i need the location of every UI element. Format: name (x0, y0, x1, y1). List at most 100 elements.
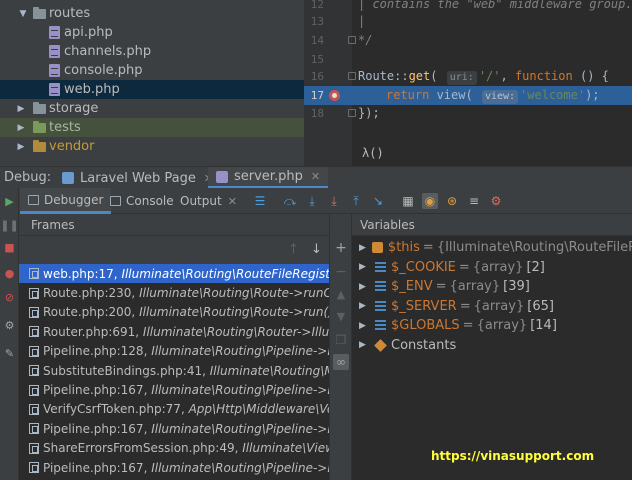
view-breakpoints-icon[interactable]: ● (2, 266, 17, 281)
chevron-right-icon[interactable]: ▶ (359, 301, 369, 311)
variable-equals: = (458, 259, 470, 275)
toggle-list-icon[interactable]: ≡ (466, 193, 482, 209)
execution-point-line[interactable]: 17 return view( view:'welcome'); (304, 86, 632, 105)
step-out-icon[interactable]: ⤒ (348, 193, 364, 209)
tree-item-console-php[interactable]: console.php (0, 61, 304, 80)
frame-row[interactable]: VerifyCsrfToken.php:77, App\Http\Middlew… (19, 400, 329, 419)
tree-item-api-php[interactable]: api.php (0, 23, 304, 42)
tab-output[interactable]: Output ✕ (176, 188, 241, 214)
remove-watch-icon[interactable]: − (333, 264, 349, 280)
breadcrumb[interactable]: λ() (362, 146, 384, 160)
line-number: 17 (310, 89, 324, 102)
project-tree: ▼ routes api.php channels.php console.ph… (0, 0, 304, 166)
chevron-right-icon[interactable]: ▶ (359, 262, 369, 272)
constants-icon (374, 338, 387, 352)
arrow-down-icon[interactable]: ↓ (311, 242, 322, 257)
variable-row[interactable]: ▶ $_COOKIE = {array} [2] (352, 258, 632, 278)
tree-item-channels-php[interactable]: channels.php (0, 42, 304, 61)
php-file-icon (216, 170, 228, 183)
move-up-icon[interactable]: ▲ (333, 286, 349, 302)
stop-icon[interactable]: ■ (2, 240, 17, 255)
frame-row[interactable]: Pipeline.php:128, Illuminate\Routing\Pip… (19, 342, 329, 361)
tree-item-routes[interactable]: ▼ routes (0, 4, 304, 23)
gear-icon[interactable]: ⚙ (2, 318, 17, 333)
pin-icon[interactable]: ✎ (2, 346, 17, 361)
frame-row[interactable]: ShareErrorsFromSession.php:49, Illuminat… (19, 439, 329, 458)
code-text: return view( view:'welcome'); (386, 88, 600, 104)
frame-row[interactable]: Pipeline.php:167, Illuminate\Routing\Pip… (19, 458, 329, 477)
variable-equals: = (435, 279, 447, 295)
chevron-down-icon[interactable]: ▼ (18, 9, 28, 19)
session-tab-label: server.php (234, 169, 303, 184)
tree-item-web-php[interactable]: web.php (0, 80, 304, 99)
tree-item-vendor[interactable]: ▶ vendor (0, 137, 304, 156)
menu-icon[interactable]: ☰ (252, 193, 268, 209)
mute-breakpoints-icon[interactable]: ⊘ (2, 290, 17, 305)
show-watches-icon[interactable]: ∞ (333, 354, 349, 370)
fold-icon[interactable] (348, 109, 356, 117)
frame-row[interactable]: Pipeline.php:167, Illuminate\Routing\Pip… (19, 419, 329, 438)
chevron-right-icon[interactable]: ▶ (359, 340, 369, 350)
chevron-right-icon[interactable]: ▶ (359, 321, 369, 331)
chevron-right-icon[interactable]: ▶ (16, 142, 26, 152)
add-watch-icon[interactable]: + (333, 240, 349, 256)
chevron-right-icon[interactable]: ▶ (16, 104, 26, 114)
frame-text: Router.php:691, Illuminate\Routing\Route… (43, 324, 329, 339)
chevron-right-icon[interactable]: ▶ (359, 282, 369, 292)
variable-name: $_SERVER (391, 298, 457, 314)
tab-console[interactable]: Console (104, 188, 180, 214)
variable-equals: = (422, 240, 434, 256)
settings-icon[interactable]: ⚙ (488, 193, 504, 209)
variable-value: [39] (503, 279, 530, 295)
code-line[interactable]: 16 Route::get( uri: '/', function () { (304, 67, 632, 86)
array-icon (375, 300, 386, 312)
chevron-right-icon[interactable]: ▶ (16, 123, 26, 133)
frame-row[interactable]: Pipeline.php:167, Illuminate\Routing\Pip… (19, 380, 329, 399)
run-to-cursor-icon[interactable]: ↘ (370, 193, 386, 209)
pause-icon[interactable]: ❚❚ (0, 218, 18, 233)
frame-row[interactable]: SubstituteBindings.php:41, Illuminate\Ro… (19, 361, 329, 380)
frame-row[interactable]: web.php:17, Illuminate\Routing\RouteFile… (19, 264, 329, 284)
frame-row[interactable]: Router.php:691, Illuminate\Routing\Route… (19, 322, 329, 341)
ignore-connections-icon[interactable]: ⊛ (444, 193, 460, 209)
tree-item-storage[interactable]: ▶ storage (0, 99, 304, 118)
variable-value: [2] (526, 259, 545, 275)
session-tab-server[interactable]: server.php ✕ (208, 167, 329, 189)
code-line[interactable]: 14 */ (304, 31, 632, 50)
frames-panel: Frames ↑ ↓ web.php:17, Illuminate\Routin… (19, 214, 330, 480)
breakpoint-icon[interactable] (329, 90, 340, 101)
tab-debugger[interactable]: Debugger (20, 188, 112, 214)
fold-icon[interactable] (348, 36, 356, 44)
code-line[interactable]: 18 }); (304, 104, 632, 123)
frames-list[interactable]: web.php:17, Illuminate\Routing\RouteFile… (19, 264, 329, 480)
session-tab-laravel[interactable]: Laravel Web Page ✕ (60, 167, 221, 189)
variable-row[interactable]: ▶ $_SERVER = {array} [65] (352, 297, 632, 317)
step-over-icon[interactable]: ⤼ (282, 193, 298, 209)
variable-row[interactable]: ▶ $GLOBALS = {array} [14] (352, 316, 632, 336)
php-file-icon (49, 45, 60, 58)
chevron-right-icon[interactable]: ▶ (359, 243, 366, 253)
tree-item-tests[interactable]: ▶ tests (0, 118, 304, 137)
tree-item-label: vendor (49, 139, 95, 154)
variable-row[interactable]: ▶ $this={Illuminate\Routing\RouteFileRegi… (352, 238, 632, 258)
evaluate-icon[interactable]: ▦ (400, 193, 416, 209)
copy-icon[interactable]: ❐ (333, 332, 349, 348)
code-comment: */ (358, 33, 373, 47)
variable-row[interactable]: ▶ Constants (352, 336, 632, 356)
break-on-first-line-icon[interactable]: ◉ (422, 193, 438, 209)
force-step-into-icon[interactable]: ⤓ (326, 193, 342, 209)
array-icon (375, 261, 386, 273)
code-editor[interactable]: 12 | contains the "web" middleware group… (304, 0, 632, 166)
resume-icon[interactable]: ▶ (2, 194, 17, 209)
frame-row[interactable]: Route.php:200, Illuminate\Routing\Route-… (19, 303, 329, 322)
variable-row[interactable]: ▶ $_ENV = {array} [39] (352, 277, 632, 297)
close-icon[interactable]: ✕ (228, 195, 237, 208)
code-line[interactable]: 13 | (304, 12, 632, 31)
step-into-icon[interactable]: ⤓ (304, 193, 320, 209)
close-icon[interactable]: ✕ (311, 170, 320, 183)
move-down-icon[interactable]: ▼ (333, 308, 349, 324)
arrow-up-icon[interactable]: ↑ (288, 242, 299, 257)
fold-icon[interactable] (348, 72, 356, 80)
line-number: 14 (310, 34, 324, 47)
frame-row[interactable]: Route.php:230, Illuminate\Routing\Route-… (19, 283, 329, 302)
